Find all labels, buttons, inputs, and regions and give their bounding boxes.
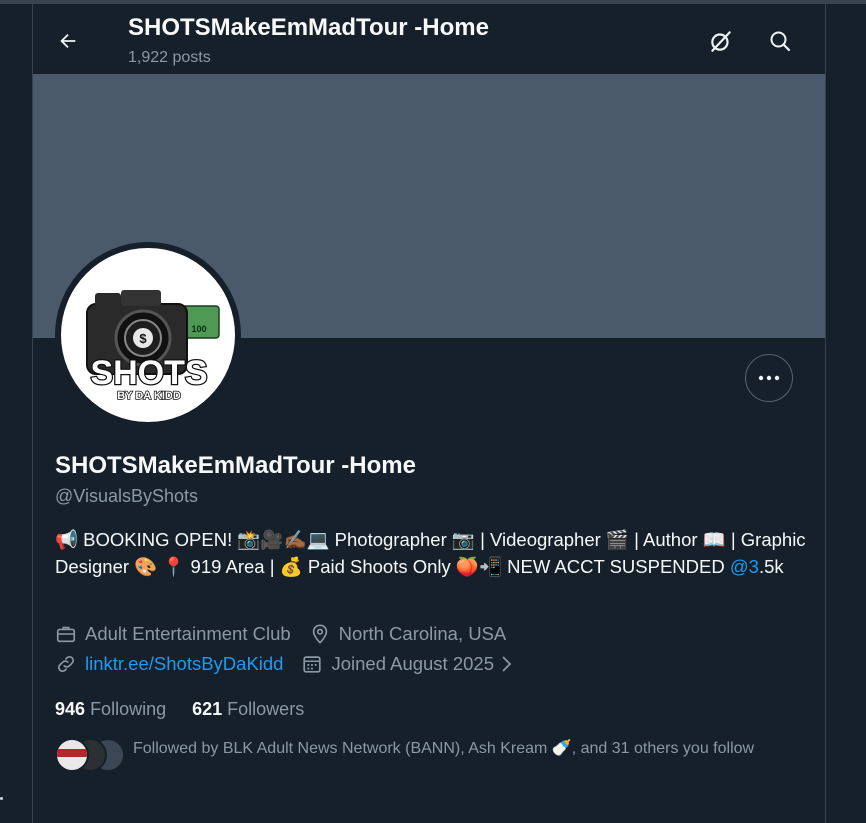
calendar-icon <box>303 656 322 673</box>
svg-text:100: 100 <box>191 324 206 334</box>
following-label: Following <box>90 699 167 719</box>
avatar-logo: 100 $ SHOTS BY DA KIDD <box>61 248 235 422</box>
grok-icon <box>711 31 731 52</box>
followers-count: 621 <box>192 699 223 719</box>
more-icon <box>758 375 780 381</box>
chevron-right-icon <box>502 656 512 672</box>
follower-avatars <box>55 738 125 772</box>
profile-meta-row-1: Adult Entertainment Club North Carolina,… <box>55 623 524 645</box>
joined-item[interactable]: Joined August 2025 <box>301 653 520 675</box>
header-post-count: 1,922 posts <box>128 49 211 66</box>
location-label: North Carolina, USA <box>338 623 507 644</box>
avatar-logo-by-da-kidd: BY DA KIDD <box>117 390 181 402</box>
profile-avatar[interactable]: 100 $ SHOTS BY DA KIDD <box>55 242 241 428</box>
profile-meta-row-2: linktr.ee/ShotsByDaKidd Joined August 20… <box>55 653 538 675</box>
profile-column: SHOTSMakeEmMadTour -Home 1,922 posts 100 <box>32 4 826 823</box>
bio-text-end: .5k <box>758 556 784 577</box>
location-item: North Carolina, USA <box>309 623 507 645</box>
profile-bio: 📢 BOOKING OPEN! 📸🎥✍🏾💻 Photographer 📷 | V… <box>55 526 815 580</box>
followers-label: Followers <box>227 699 305 719</box>
window-edge-dot <box>0 797 3 800</box>
link-icon <box>57 655 75 673</box>
category-label: Adult Entertainment Club <box>85 623 291 644</box>
joined-label: Joined August 2025 <box>331 653 494 674</box>
search-icon <box>770 31 791 52</box>
followed-by-text: Followed by BLK Adult News Network (BANN… <box>133 740 755 757</box>
bio-text: 📢 BOOKING OPEN! 📸🎥✍🏾💻 Photographer 📷 | V… <box>55 529 806 577</box>
profile-header: SHOTSMakeEmMadTour -Home 1,922 posts <box>33 4 825 74</box>
back-arrow-icon <box>60 33 76 49</box>
location-pin-icon <box>312 624 327 644</box>
website-link[interactable]: linktr.ee/ShotsByDaKidd <box>85 653 283 675</box>
back-button[interactable] <box>51 24 85 58</box>
following-count: 946 <box>55 699 86 719</box>
briefcase-icon <box>56 626 76 643</box>
profile-handle: @VisualsByShots <box>55 486 199 506</box>
website-item: linktr.ee/ShotsByDaKidd <box>55 653 283 675</box>
category-item: Adult Entertainment Club <box>55 623 291 645</box>
search-button[interactable] <box>763 24 797 58</box>
grok-button[interactable] <box>704 24 738 58</box>
more-options-button[interactable] <box>745 354 793 402</box>
avatar-logo-shots: SHOTS <box>90 354 207 392</box>
bio-mention[interactable]: @3 <box>730 556 759 577</box>
display-name: SHOTSMakeEmMadTour -Home <box>55 452 416 479</box>
followers-link[interactable]: 621 Followers <box>192 699 304 720</box>
following-link[interactable]: 946 Following <box>55 699 166 720</box>
followed-by[interactable]: Followed by BLK Adult News Network (BANN… <box>55 738 773 772</box>
header-title: SHOTSMakeEmMadTour -Home <box>128 14 489 41</box>
svg-text:$: $ <box>139 331 147 346</box>
follower-avatar <box>55 738 89 772</box>
follow-stats: 946 Following 621 Followers <box>55 699 330 720</box>
